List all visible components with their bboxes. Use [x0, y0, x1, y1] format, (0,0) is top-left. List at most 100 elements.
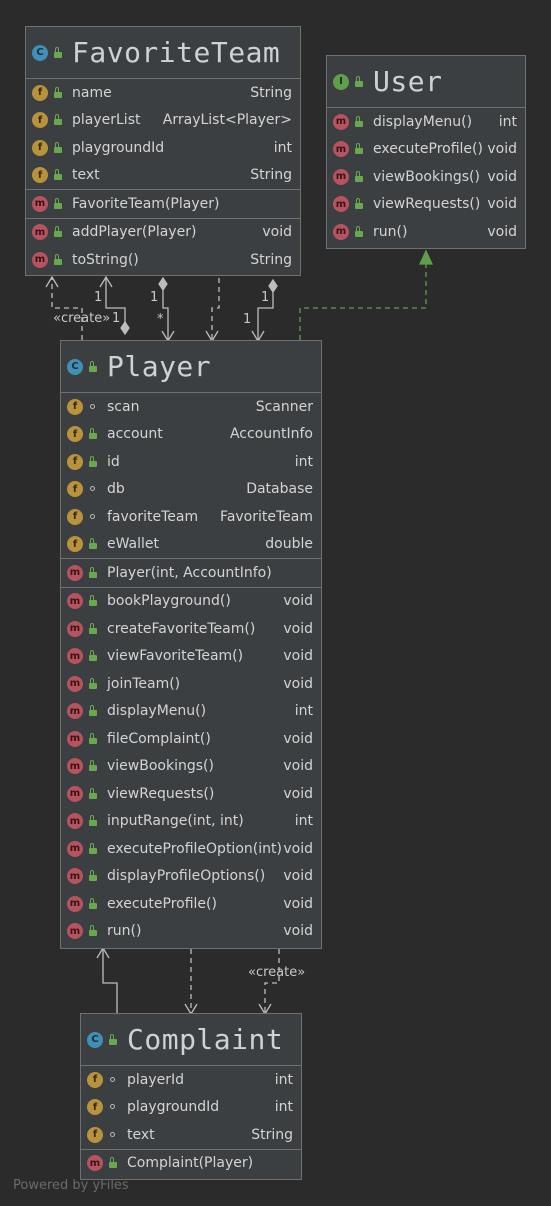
class-favoriteteam[interactable]: C FavoriteTeam f name String f playerList Ar… — [25, 26, 301, 276]
method-row: m addPlayer(Player) void — [26, 219, 300, 247]
public-lock-icon — [52, 86, 64, 99]
class-complaint[interactable]: C Complaint f playerId int f playgroundId in… — [80, 1013, 302, 1180]
method-icon: m — [67, 730, 83, 747]
class-player[interactable]: C Player f scan Scanner f account AccountInf… — [60, 340, 322, 949]
multiplicity-label: 1 — [112, 311, 121, 326]
field-row: f scan Scanner — [61, 393, 321, 421]
public-lock-icon — [87, 842, 99, 855]
method-icon: m — [32, 195, 48, 212]
method-icon: m — [333, 223, 349, 240]
method-icon: m — [67, 564, 83, 581]
package-visibility-icon — [87, 401, 99, 413]
method-type: void — [262, 224, 292, 241]
field-name: favoriteTeam — [107, 508, 199, 525]
public-lock-icon — [52, 226, 64, 238]
field-row: f id int — [61, 448, 321, 476]
public-lock-icon — [52, 197, 64, 210]
multiplicity-label: 1 — [94, 290, 103, 305]
field-type: FavoriteTeam — [220, 508, 313, 525]
method-type: int — [294, 813, 313, 830]
method-type: void — [283, 730, 313, 747]
edge-complaint-player-association — [102, 949, 118, 1013]
method-type: void — [283, 648, 313, 665]
field-icon: f — [67, 508, 83, 525]
field-name: scan — [107, 398, 140, 415]
field-icon: f — [32, 139, 48, 156]
constructor-name: FavoriteTeam(Player) — [72, 195, 220, 212]
field-icon: f — [32, 84, 48, 101]
method-icon: m — [67, 620, 83, 637]
method-type: void — [283, 785, 313, 802]
constructors-section: m Complaint(Player) — [81, 1150, 301, 1178]
public-lock-icon — [52, 114, 64, 126]
method-row: m displayMenu() int — [327, 108, 525, 136]
field-type: String — [250, 167, 292, 184]
method-row: m viewBookings() void — [61, 753, 321, 781]
interface-icon: I — [333, 73, 349, 90]
method-name: displayProfileOptions() — [107, 868, 266, 885]
method-icon: m — [67, 785, 83, 802]
field-type: String — [251, 1126, 293, 1143]
multiplicity-label: * — [157, 312, 164, 327]
interface-user[interactable]: I User m displayMenu() int m executeProfile… — [326, 55, 526, 249]
method-type: void — [487, 196, 517, 213]
method-name: addPlayer(Player) — [72, 224, 197, 241]
public-lock-icon — [87, 428, 99, 440]
field-name: playerList — [72, 112, 141, 129]
public-lock-icon — [52, 253, 64, 266]
methods-section: m addPlayer(Player) void m toString() String — [26, 219, 300, 274]
public-lock-icon — [87, 760, 99, 772]
public-lock-icon — [52, 169, 64, 181]
method-type: int — [294, 703, 313, 720]
public-lock-icon — [353, 143, 365, 155]
edge-player-creates-complaint — [264, 949, 280, 1013]
method-name: viewBookings() — [107, 758, 214, 775]
public-lock-icon — [107, 1157, 119, 1169]
field-icon: f — [67, 426, 83, 443]
public-lock-icon — [353, 75, 365, 88]
method-name: inputRange(int, int) — [107, 813, 244, 830]
method-row: m viewFavoriteTeam() void — [61, 643, 321, 671]
field-icon: f — [32, 112, 48, 129]
field-type: int — [274, 1071, 293, 1088]
public-lock-icon — [87, 566, 99, 579]
fields-section: f playerId int f playgroundId int f text Strin… — [81, 1066, 301, 1150]
method-type: void — [487, 223, 517, 240]
class-title: Complaint — [127, 1023, 284, 1056]
field-icon: f — [67, 481, 83, 498]
field-row: f playgroundId int — [81, 1094, 301, 1122]
method-icon: m — [67, 675, 83, 692]
method-name: executeProfileOption(int) — [107, 840, 282, 857]
method-row: m inputRange(int, int) int — [61, 808, 321, 836]
public-lock-icon — [87, 897, 99, 910]
method-name: executeProfile() — [107, 895, 217, 912]
class-header: I User — [327, 56, 525, 108]
fields-section: f scan Scanner f account AccountInfo f id int … — [61, 393, 321, 559]
method-row: m run() void — [327, 218, 525, 246]
method-icon: m — [67, 895, 83, 912]
class-icon: C — [32, 44, 48, 61]
public-lock-icon — [87, 622, 99, 635]
method-name: createFavoriteTeam() — [107, 620, 256, 637]
method-row: m displayProfileOptions() void — [61, 863, 321, 891]
constructor-name: Player(int, AccountInfo) — [107, 564, 272, 581]
public-lock-icon — [87, 925, 99, 937]
field-row: f text String — [26, 162, 300, 190]
method-type: void — [283, 868, 313, 885]
constructor-name: Complaint(Player) — [127, 1155, 254, 1172]
method-name: displayMenu() — [373, 113, 473, 130]
field-row: f favoriteTeam FavoriteTeam — [61, 503, 321, 531]
multiplicity-label: 1 — [150, 290, 159, 305]
field-icon: f — [67, 398, 83, 415]
method-type: void — [283, 895, 313, 912]
class-title: FavoriteTeam — [72, 36, 281, 69]
method-row: m FavoriteTeam(Player) — [26, 190, 300, 218]
field-name: playgroundId — [72, 139, 165, 156]
field-name: eWallet — [107, 536, 160, 553]
method-icon: m — [67, 813, 83, 830]
method-name: toString() — [72, 251, 139, 268]
method-row: m viewRequests() void — [61, 780, 321, 808]
public-lock-icon — [52, 46, 64, 59]
field-type: AccountInfo — [229, 426, 313, 443]
field-row: f playerId int — [81, 1066, 301, 1094]
